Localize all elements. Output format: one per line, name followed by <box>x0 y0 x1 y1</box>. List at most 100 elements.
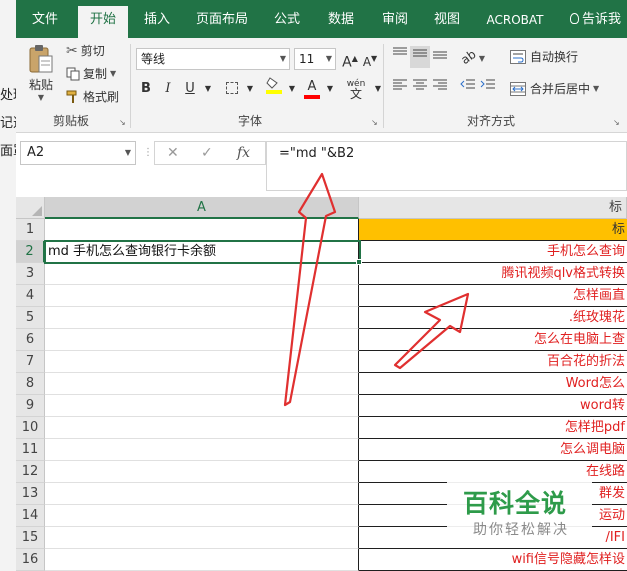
drag-handle-icon[interactable]: ⋮ <box>143 147 153 158</box>
cell-b[interactable]: .纸玫瑰花 <box>359 307 627 329</box>
column-header-b[interactable]: 标 <box>359 197 627 219</box>
tab-tell-me[interactable]: 告诉我 <box>570 0 627 38</box>
font-name-select[interactable]: 等线 ▼ <box>136 48 290 70</box>
dialog-launcher-icon[interactable]: ↘ <box>613 118 620 127</box>
tab-acrobat[interactable]: ACROBAT <box>482 0 548 38</box>
cell-b[interactable]: word转 <box>359 395 627 417</box>
cell-a[interactable] <box>45 483 359 505</box>
chevron-down-icon[interactable]: ▼ <box>240 78 260 100</box>
tab-insert[interactable]: 插入 <box>138 0 176 38</box>
font-size-select[interactable]: 11 ▼ <box>294 48 336 70</box>
cell-a[interactable] <box>45 439 359 461</box>
wrap-text-button[interactable]: 自动换行 <box>510 48 578 65</box>
cell-a[interactable] <box>45 395 359 417</box>
row-header[interactable]: 14 <box>16 505 45 527</box>
cell-a[interactable] <box>45 307 359 329</box>
orientation-button[interactable]: ab▼ <box>458 46 488 68</box>
tab-file[interactable]: 文件 <box>26 0 64 38</box>
cell-b[interactable]: Word怎么 <box>359 373 627 395</box>
cell-b1[interactable]: 标 <box>359 219 627 241</box>
dialog-launcher-icon[interactable]: ↘ <box>119 118 126 127</box>
increase-indent-button[interactable] <box>478 78 498 100</box>
tab-data[interactable]: 数据 <box>322 0 360 38</box>
cell-a[interactable] <box>45 351 359 373</box>
watermark-title: 百科全说 <box>463 489 568 518</box>
cell-a2[interactable]: md 手机怎么查询银行卡余额 <box>45 241 359 263</box>
bold-button[interactable]: B <box>136 78 156 100</box>
copy-button[interactable]: 复制 ▼ <box>66 65 116 82</box>
decrease-indent-button[interactable] <box>458 78 478 100</box>
enter-icon[interactable]: ✓ <box>201 142 213 164</box>
cell-a1[interactable] <box>45 219 359 241</box>
row-header[interactable]: 4 <box>16 285 45 307</box>
row-header[interactable]: 5 <box>16 307 45 329</box>
row-header[interactable]: 6 <box>16 329 45 351</box>
fill-handle[interactable] <box>356 259 362 265</box>
format-painter-button[interactable]: 格式刷 <box>66 88 119 105</box>
paste-button[interactable]: 粘贴 ▼ <box>24 42 58 106</box>
tab-view[interactable]: 视图 <box>428 0 466 38</box>
row-header[interactable]: 16 <box>16 549 45 571</box>
cell-b[interactable]: wifi信号隐藏怎样设 <box>359 549 627 571</box>
chevron-down-icon[interactable]: ▼ <box>368 78 388 100</box>
cell-a[interactable] <box>45 417 359 439</box>
row-header[interactable]: 7 <box>16 351 45 373</box>
insert-function-icon[interactable]: fx <box>237 142 250 164</box>
merge-center-button[interactable]: 合并后居中 ▼ <box>510 80 599 97</box>
italic-button[interactable]: I <box>158 78 178 100</box>
tab-home[interactable]: 开始 <box>78 6 128 38</box>
row-header[interactable]: 15 <box>16 527 45 549</box>
cell-b[interactable]: 怎样把pdf <box>359 417 627 439</box>
cell-b[interactable]: 怎么调电脑 <box>359 439 627 461</box>
row-header[interactable]: 10 <box>16 417 45 439</box>
chevron-down-icon[interactable]: ▼ <box>320 78 340 100</box>
row-header[interactable]: 13 <box>16 483 45 505</box>
font-color-button[interactable]: A <box>302 76 322 99</box>
cell-a[interactable] <box>45 527 359 549</box>
cell-a[interactable] <box>45 285 359 307</box>
align-middle-button[interactable] <box>410 46 430 68</box>
borders-button[interactable] <box>222 78 242 100</box>
formula-input[interactable]: ="md "&B2 <box>266 141 627 191</box>
cell-a[interactable] <box>45 329 359 351</box>
align-top-button[interactable] <box>390 46 410 68</box>
tab-review[interactable]: 审阅 <box>376 0 414 38</box>
row-header[interactable]: 8 <box>16 373 45 395</box>
align-bottom-button[interactable] <box>430 46 450 68</box>
cell-a[interactable] <box>45 549 359 571</box>
cell-b[interactable]: 怎么在电脑上查 <box>359 329 627 351</box>
borders-icon <box>226 82 238 94</box>
chevron-down-icon[interactable]: ▼ <box>282 78 302 100</box>
chevron-down-icon[interactable]: ▼ <box>198 78 218 100</box>
align-left-button[interactable] <box>390 78 410 100</box>
fill-color-button[interactable] <box>264 76 284 98</box>
cell-a[interactable] <box>45 461 359 483</box>
select-all-button[interactable] <box>16 197 45 219</box>
phonetic-button[interactable]: wén 文 <box>342 76 370 100</box>
cancel-icon[interactable]: ✕ <box>167 142 179 164</box>
align-right-button[interactable] <box>430 78 450 100</box>
cell-b[interactable]: 腾讯视频qlv格式转换 <box>359 263 627 285</box>
cell-b[interactable]: 手机怎么查询 <box>359 241 627 263</box>
row-header[interactable]: 9 <box>16 395 45 417</box>
row-header[interactable]: 2 <box>16 241 45 263</box>
tab-page-layout[interactable]: 页面布局 <box>192 0 252 38</box>
grow-font-button[interactable]: A▲ <box>340 48 360 71</box>
cell-a[interactable] <box>45 505 359 527</box>
column-header-a[interactable]: A <box>45 197 359 219</box>
tab-formulas[interactable]: 公式 <box>268 0 306 38</box>
cell-b[interactable]: 怎样画直 <box>359 285 627 307</box>
cut-button[interactable]: ✂ 剪切 <box>66 42 105 59</box>
cell-b[interactable]: 百合花的折法 <box>359 351 627 373</box>
shrink-font-button[interactable]: A▼ <box>360 48 380 70</box>
underline-button[interactable]: U <box>180 78 200 100</box>
row-header[interactable]: 11 <box>16 439 45 461</box>
cell-a[interactable] <box>45 263 359 285</box>
row-header[interactable]: 12 <box>16 461 45 483</box>
dialog-launcher-icon[interactable]: ↘ <box>371 118 378 127</box>
align-center-button[interactable] <box>410 78 430 100</box>
name-box[interactable]: A2 ▼ <box>20 141 136 165</box>
row-header[interactable]: 3 <box>16 263 45 285</box>
row-header[interactable]: 1 <box>16 219 45 241</box>
cell-a[interactable] <box>45 373 359 395</box>
